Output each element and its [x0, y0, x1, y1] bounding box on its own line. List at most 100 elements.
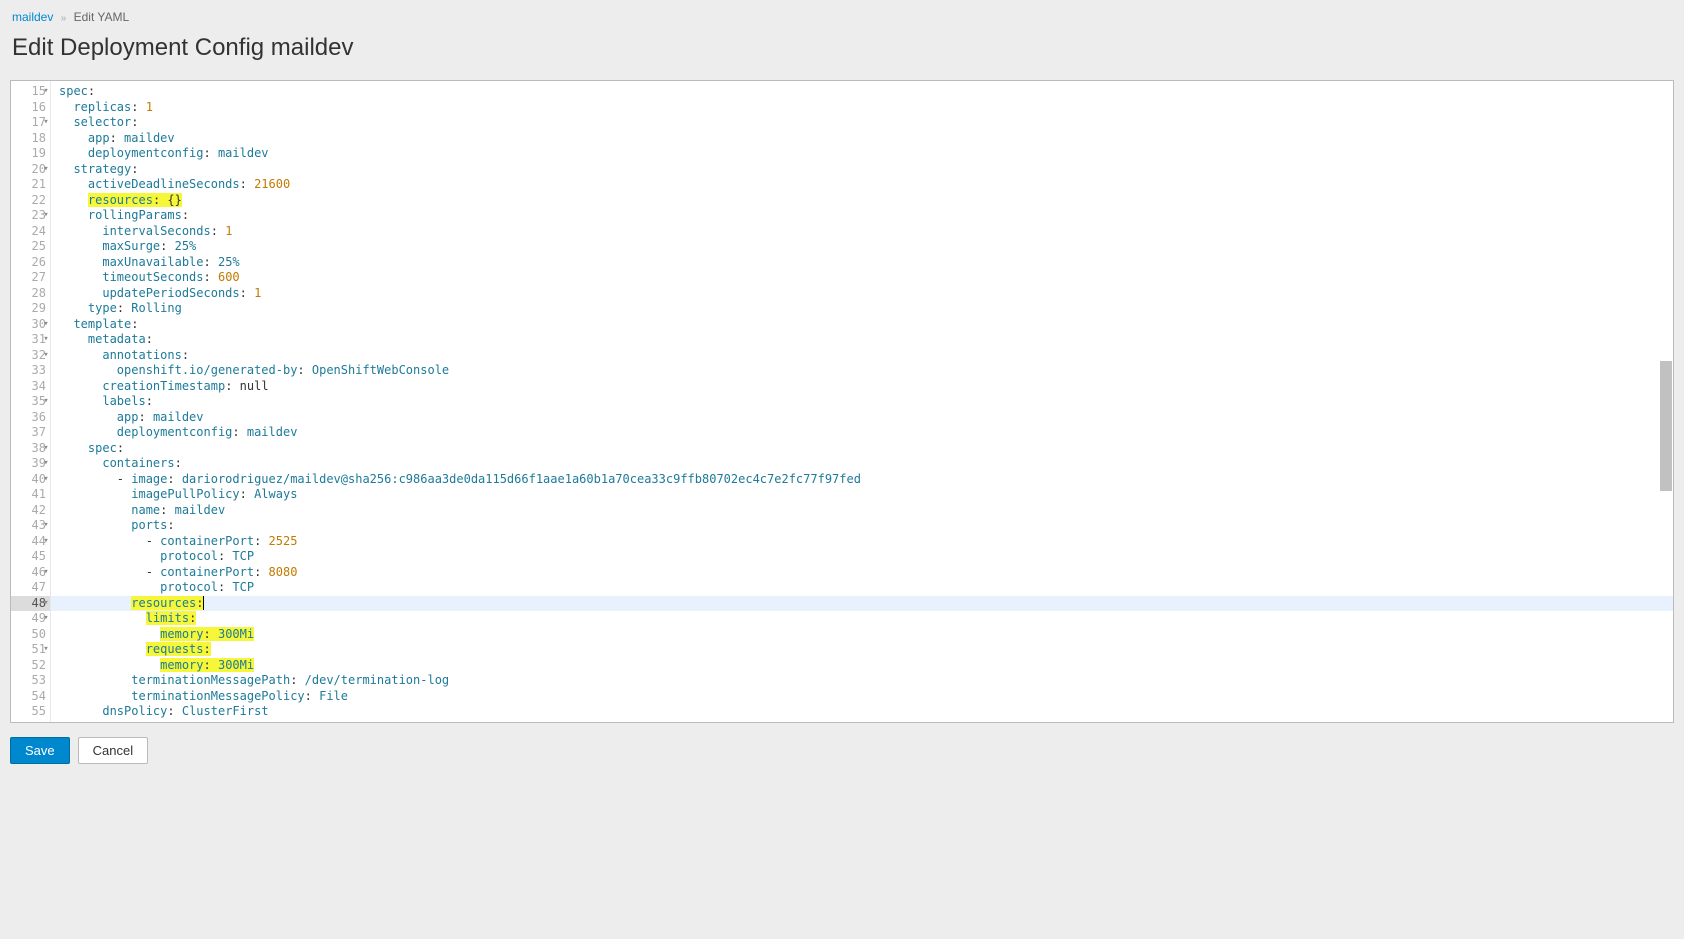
fold-toggle-icon[interactable]: ▾: [41, 472, 51, 488]
fold-toggle-icon[interactable]: ▾: [41, 518, 51, 534]
yaml-editor[interactable]: 15▾1617▾181920▾212223▾24252627282930▾31▾…: [10, 80, 1674, 723]
fold-toggle-icon[interactable]: ▾: [41, 456, 51, 472]
code-line[interactable]: app: maildev: [51, 131, 1673, 147]
fold-toggle-icon[interactable]: ▾: [41, 332, 51, 348]
code-line[interactable]: - containerPort: 2525: [51, 534, 1673, 550]
gutter-line: 27: [11, 270, 50, 286]
gutter-line: 26: [11, 255, 50, 271]
code-line[interactable]: replicas: 1: [51, 100, 1673, 116]
gutter-line: 24: [11, 224, 50, 240]
code-line[interactable]: maxUnavailable: 25%: [51, 255, 1673, 271]
gutter-line: 36: [11, 410, 50, 426]
code-line[interactable]: activeDeadlineSeconds: 21600: [51, 177, 1673, 193]
gutter-line: 42: [11, 503, 50, 519]
code-line[interactable]: resources: {}: [51, 193, 1673, 209]
code-line[interactable]: type: Rolling: [51, 301, 1673, 317]
gutter-line: 22: [11, 193, 50, 209]
breadcrumb-current: Edit YAML: [74, 10, 130, 24]
breadcrumb: maildev » Edit YAML: [10, 10, 1674, 30]
code-line[interactable]: creationTimestamp: null: [51, 379, 1673, 395]
fold-toggle-icon[interactable]: ▾: [41, 441, 51, 457]
fold-toggle-icon[interactable]: ▾: [41, 162, 51, 178]
fold-toggle-icon[interactable]: ▾: [41, 317, 51, 333]
chevron-right-icon: »: [61, 13, 67, 24]
code-line[interactable]: protocol: TCP: [51, 580, 1673, 596]
fold-toggle-icon[interactable]: ▾: [41, 565, 51, 581]
gutter-line: 51▾: [11, 642, 50, 658]
gutter-line: 21: [11, 177, 50, 193]
code-line[interactable]: metadata:: [51, 332, 1673, 348]
code-line[interactable]: resources:: [51, 596, 1673, 612]
gutter-line: 43▾: [11, 518, 50, 534]
fold-toggle-icon[interactable]: ▾: [41, 348, 51, 364]
gutter-line: 49▾: [11, 611, 50, 627]
gutter-line: 52: [11, 658, 50, 674]
code-line[interactable]: memory: 300Mi: [51, 658, 1673, 674]
code-line[interactable]: ports:: [51, 518, 1673, 534]
gutter-line: 19: [11, 146, 50, 162]
code-line[interactable]: imagePullPolicy: Always: [51, 487, 1673, 503]
code-line[interactable]: maxSurge: 25%: [51, 239, 1673, 255]
gutter-line: 35▾: [11, 394, 50, 410]
gutter-line: 29: [11, 301, 50, 317]
gutter-line: 20▾: [11, 162, 50, 178]
code-line[interactable]: terminationMessagePath: /dev/termination…: [51, 673, 1673, 689]
code-line[interactable]: name: maildev: [51, 503, 1673, 519]
editor-code-area[interactable]: spec: replicas: 1 selector: app: maildev…: [51, 81, 1673, 722]
scrollbar-track[interactable]: [1659, 81, 1673, 722]
gutter-line: 33: [11, 363, 50, 379]
gutter-line: 17▾: [11, 115, 50, 131]
gutter-line: 41: [11, 487, 50, 503]
scrollbar-thumb[interactable]: [1660, 361, 1672, 491]
gutter-line: 54: [11, 689, 50, 705]
gutter-line: 50: [11, 627, 50, 643]
fold-toggle-icon[interactable]: ▾: [41, 534, 51, 550]
gutter-line: 31▾: [11, 332, 50, 348]
fold-toggle-icon[interactable]: ▾: [41, 642, 51, 658]
gutter-line: 37: [11, 425, 50, 441]
code-line[interactable]: - containerPort: 8080: [51, 565, 1673, 581]
fold-toggle-icon[interactable]: ▾: [41, 115, 51, 131]
code-line[interactable]: deploymentconfig: maildev: [51, 146, 1673, 162]
fold-toggle-icon[interactable]: ▾: [41, 394, 51, 410]
gutter-line: 44▾: [11, 534, 50, 550]
code-line[interactable]: memory: 300Mi: [51, 627, 1673, 643]
code-line[interactable]: intervalSeconds: 1: [51, 224, 1673, 240]
gutter-line: 34: [11, 379, 50, 395]
code-line[interactable]: strategy:: [51, 162, 1673, 178]
gutter-line: 48▾: [11, 596, 50, 612]
code-line[interactable]: openshift.io/generated-by: OpenShiftWebC…: [51, 363, 1673, 379]
breadcrumb-link-maildev[interactable]: maildev: [12, 10, 53, 24]
code-line[interactable]: selector:: [51, 115, 1673, 131]
code-line[interactable]: requests:: [51, 642, 1673, 658]
code-line[interactable]: containers:: [51, 456, 1673, 472]
fold-toggle-icon[interactable]: ▾: [41, 84, 51, 100]
code-line[interactable]: terminationMessagePolicy: File: [51, 689, 1673, 705]
code-line[interactable]: dnsPolicy: ClusterFirst: [51, 704, 1673, 720]
gutter-line: 15▾: [11, 84, 50, 100]
gutter-line: 53: [11, 673, 50, 689]
code-line[interactable]: app: maildev: [51, 410, 1673, 426]
code-line[interactable]: labels:: [51, 394, 1673, 410]
code-line[interactable]: protocol: TCP: [51, 549, 1673, 565]
code-line[interactable]: limits:: [51, 611, 1673, 627]
code-line[interactable]: - image: dariorodriguez/maildev@sha256:c…: [51, 472, 1673, 488]
page-title: Edit Deployment Config maildev: [10, 30, 1674, 80]
gutter-line: 30▾: [11, 317, 50, 333]
save-button[interactable]: Save: [10, 737, 70, 764]
fold-toggle-icon[interactable]: ▾: [41, 596, 51, 612]
gutter-line: 32▾: [11, 348, 50, 364]
code-line[interactable]: spec:: [51, 441, 1673, 457]
code-line[interactable]: timeoutSeconds: 600: [51, 270, 1673, 286]
editor-gutter: 15▾1617▾181920▾212223▾24252627282930▾31▾…: [11, 81, 51, 722]
gutter-line: 28: [11, 286, 50, 302]
code-line[interactable]: spec:: [51, 84, 1673, 100]
cancel-button[interactable]: Cancel: [78, 737, 148, 764]
fold-toggle-icon[interactable]: ▾: [41, 208, 51, 224]
code-line[interactable]: updatePeriodSeconds: 1: [51, 286, 1673, 302]
code-line[interactable]: deploymentconfig: maildev: [51, 425, 1673, 441]
fold-toggle-icon[interactable]: ▾: [41, 611, 51, 627]
code-line[interactable]: annotations:: [51, 348, 1673, 364]
code-line[interactable]: template:: [51, 317, 1673, 333]
code-line[interactable]: rollingParams:: [51, 208, 1673, 224]
